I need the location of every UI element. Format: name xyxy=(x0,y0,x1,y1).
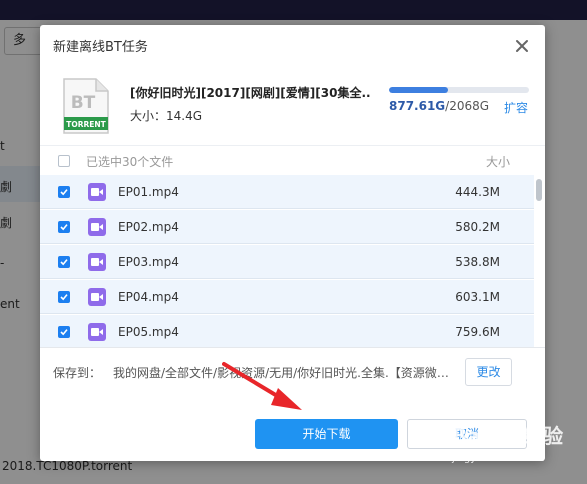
close-icon[interactable] xyxy=(511,35,533,57)
video-file-icon xyxy=(88,183,106,201)
task-name: [你好旧时光][2017][网剧][爱情][30集全... xyxy=(130,86,370,100)
video-file-icon xyxy=(88,253,106,271)
video-file-icon xyxy=(88,288,106,306)
file-size: 759.6M xyxy=(455,325,500,339)
file-checkbox[interactable] xyxy=(58,291,70,303)
selected-count-label: 已选中30个文件 xyxy=(86,155,174,169)
task-size: 大小：14.4G xyxy=(130,107,202,124)
file-name: EP01.mp4 xyxy=(118,185,179,199)
file-checkbox[interactable] xyxy=(58,221,70,233)
file-checkbox[interactable] xyxy=(58,326,70,338)
select-all-checkbox[interactable] xyxy=(58,155,70,167)
save-to-label: 保存到： xyxy=(53,366,102,380)
file-size: 580.2M xyxy=(455,220,500,234)
watermark-main: Baidu 经验 xyxy=(452,424,564,448)
file-size: 603.1M xyxy=(455,290,500,304)
watermark-sub: jingyan.baidu.com xyxy=(452,453,545,464)
file-row[interactable]: EP03.mp4 538.8M xyxy=(40,245,534,279)
expand-storage-link[interactable]: 扩容 xyxy=(504,99,528,116)
file-row[interactable]: EP01.mp4 444.3M xyxy=(40,175,534,209)
annotation-arrow-icon xyxy=(222,362,302,410)
torrent-icon-sublabel: TORRENT xyxy=(66,120,106,129)
file-checkbox[interactable] xyxy=(58,186,70,198)
video-file-icon xyxy=(88,218,106,236)
file-size: 444.3M xyxy=(455,185,500,199)
start-download-button[interactable]: 开始下载 xyxy=(255,419,398,449)
storage-quota-bar xyxy=(389,87,529,93)
file-row[interactable]: EP04.mp4 603.1M xyxy=(40,280,534,314)
task-size-label: 大小： xyxy=(130,109,167,123)
file-name: EP05.mp4 xyxy=(118,325,179,339)
torrent-file-icon: BT TORRENT xyxy=(63,78,109,134)
file-size: 538.8M xyxy=(455,255,500,269)
storage-quota-fill xyxy=(389,87,449,93)
quota-total: 2068G xyxy=(449,99,490,113)
quota-used: 877.61G xyxy=(389,99,446,113)
storage-quota-text: 877.61G/2068G xyxy=(389,99,489,113)
size-column-header: 大小 xyxy=(486,155,511,169)
file-row[interactable]: EP05.mp4 759.6M xyxy=(40,315,534,347)
file-list-header: 已选中30个文件 大小 xyxy=(40,145,545,175)
file-name: EP03.mp4 xyxy=(118,255,179,269)
scrollbar-thumb[interactable] xyxy=(536,179,542,201)
file-name: EP02.mp4 xyxy=(118,220,179,234)
baidu-watermark: Baidu 经验 jingyan.baidu.com xyxy=(440,420,580,476)
torrent-icon-label: BT xyxy=(71,93,96,113)
file-name: EP04.mp4 xyxy=(118,290,179,304)
file-checkbox[interactable] xyxy=(58,256,70,268)
file-row[interactable]: EP02.mp4 580.2M xyxy=(40,210,534,244)
file-list: EP01.mp4 444.3M EP02.mp4 580.2M EP03.mp4… xyxy=(40,175,534,347)
change-location-button[interactable]: 更改 xyxy=(465,358,512,386)
dialog-title: 新建离线BT任务 xyxy=(53,40,148,55)
video-file-icon xyxy=(88,323,106,341)
task-size-value: 14.4G xyxy=(166,109,203,123)
file-list-scrollbar[interactable] xyxy=(536,175,542,347)
